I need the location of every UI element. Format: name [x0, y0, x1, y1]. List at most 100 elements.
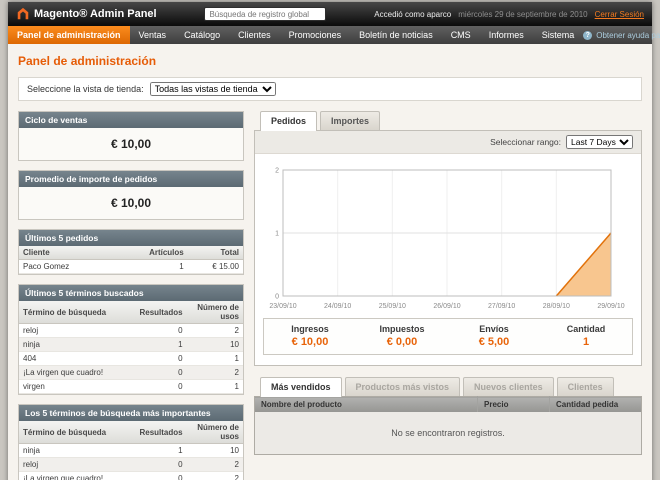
- diagram-tabs: PedidosImportes: [254, 111, 642, 130]
- table-row: Paco Gomez1€ 15.00: [19, 260, 243, 274]
- total-value: € 0,00: [356, 336, 448, 348]
- empty-row: No se encontraron registros.: [255, 412, 642, 455]
- total-label: Impuestos: [356, 324, 448, 334]
- total-value: 1: [540, 336, 632, 348]
- column-header-n-mero-de-usos: Número de usos: [187, 301, 243, 324]
- global-search-input[interactable]: [204, 7, 326, 21]
- magento-logo-icon: [16, 7, 30, 21]
- column-header-precio: Precio: [478, 397, 550, 413]
- column-header-total: Total: [188, 246, 243, 260]
- main-nav-list: Panel de administraciónVentasCatálogoCli…: [8, 26, 583, 44]
- column-header-n-mero-de-usos: Número de usos: [187, 421, 243, 444]
- tab-m-s-vendidos[interactable]: Más vendidos: [260, 377, 342, 397]
- dashboard-right-column: PedidosImportes Seleccionar rango: Last …: [254, 111, 642, 455]
- sales-cycle-value: € 10,00: [19, 128, 243, 160]
- orders-chart: 01223/09/1024/09/1025/09/1026/09/1027/09…: [263, 160, 633, 312]
- total-value: € 5,00: [448, 336, 540, 348]
- grid-tabs: Más vendidosProductos más vistosNuevos c…: [254, 377, 642, 396]
- card-title: Últimos 5 términos buscados: [19, 285, 243, 301]
- nav-item-bolet-n-de-noticias[interactable]: Boletín de noticias: [350, 26, 442, 44]
- dashboard-left-column: Ciclo de ventas € 10,00 Promedio de impo…: [18, 111, 244, 480]
- header-date: miércoles 29 de septiembre de 2010: [458, 10, 587, 19]
- table-row: 40401: [19, 352, 243, 366]
- table-row: ninja110: [19, 338, 243, 352]
- empty-message: No se encontraron registros.: [255, 412, 642, 455]
- tab-importes[interactable]: Importes: [320, 111, 380, 130]
- tab-productos-m-s-vistos[interactable]: Productos más vistos: [345, 377, 461, 396]
- admin-page: Magento® Admin Panel Accedió como aparco…: [8, 2, 652, 480]
- tab-pedidos[interactable]: Pedidos: [260, 111, 317, 131]
- card-title: Últimos 5 pedidos: [19, 230, 243, 246]
- top-search-terms-card: Los 5 términos de búsqueda más important…: [18, 404, 244, 480]
- table-row: reloj02: [19, 324, 243, 338]
- content-area: Panel de administración Seleccione la vi…: [8, 44, 652, 480]
- column-header-nombre-del-producto: Nombre del producto: [255, 397, 478, 413]
- column-header-resultados: Resultados: [135, 421, 186, 444]
- tab-nuevos-clientes[interactable]: Nuevos clientes: [463, 377, 554, 396]
- total-cantidad: Cantidad 1: [540, 319, 632, 354]
- card-title: Ciclo de ventas: [19, 112, 243, 128]
- store-switcher-label: Seleccione la vista de tienda:: [27, 84, 144, 94]
- range-label: Seleccionar rango:: [490, 137, 561, 147]
- header-user-info: Accedió como aparco miércoles 29 de sept…: [374, 10, 644, 19]
- average-order-value: € 10,00: [19, 187, 243, 219]
- nav-item-sistema[interactable]: Sistema: [533, 26, 584, 44]
- range-bar: Seleccionar rango: Last 7 Days: [255, 131, 641, 154]
- svg-text:25/09/10: 25/09/10: [379, 303, 406, 310]
- store-switcher: Seleccione la vista de tienda: Todas las…: [18, 77, 642, 101]
- last-orders-card: Últimos 5 pedidos ClienteArtículosTotalP…: [18, 229, 244, 275]
- totals-bar: Ingresos€ 10,00Impuestos € 0,00Envíos € 5,…: [263, 318, 633, 355]
- magento-logo[interactable]: Magento® Admin Panel: [16, 7, 157, 21]
- dashboard: Ciclo de ventas € 10,00 Promedio de impo…: [18, 111, 642, 480]
- svg-text:26/09/10: 26/09/10: [433, 303, 460, 310]
- logout-link[interactable]: Cerrar Sesión: [595, 10, 644, 19]
- diagram-panel: Seleccionar rango: Last 7 Days 01223/09/…: [254, 130, 642, 366]
- last-search-terms-table: Término de búsquedaResultadosNúmero de u…: [19, 301, 243, 394]
- sales-cycle-card: Ciclo de ventas € 10,00: [18, 111, 244, 161]
- tab-clientes[interactable]: Clientes: [557, 377, 614, 396]
- column-header-cliente: Cliente: [19, 246, 120, 260]
- app-title: Magento® Admin Panel: [34, 8, 157, 20]
- nav-item-clientes[interactable]: Clientes: [229, 26, 280, 44]
- nav-item-ventas[interactable]: Ventas: [130, 26, 176, 44]
- top-search-terms-table: Término de búsquedaResultadosNúmero de u…: [19, 421, 243, 480]
- column-header-t-rmino-de-b-squeda: Término de búsqueda: [19, 421, 135, 444]
- total-env-os: Envíos € 5,00: [448, 319, 540, 354]
- svg-text:23/09/10: 23/09/10: [269, 303, 296, 310]
- total-ingresos: Ingresos€ 10,00: [264, 319, 356, 354]
- last-search-terms-card: Últimos 5 términos buscados Término de b…: [18, 284, 244, 395]
- table-row: ¡La virgen que cuadro!02: [19, 366, 243, 380]
- total-impuestos: Impuestos € 0,00: [356, 319, 448, 354]
- table-row: reloj02: [19, 458, 243, 472]
- nav-item-informes[interactable]: Informes: [480, 26, 533, 44]
- total-label: Ingresos: [264, 324, 356, 334]
- svg-text:24/09/10: 24/09/10: [324, 303, 351, 310]
- nav-item-cms[interactable]: CMS: [442, 26, 480, 44]
- help-link[interactable]: ? Obtener ayuda para esta página: [583, 26, 660, 44]
- help-label: Obtener ayuda para esta página: [596, 31, 660, 40]
- top-header: Magento® Admin Panel Accedió como aparco…: [8, 2, 652, 26]
- store-view-select[interactable]: Todas las vistas de tienda: [150, 82, 276, 96]
- help-icon: ?: [583, 31, 592, 40]
- main-nav: Panel de administraciónVentasCatálogoCli…: [8, 26, 652, 44]
- total-label: Envíos: [448, 324, 540, 334]
- nav-item-panel-de-administraci-n[interactable]: Panel de administración: [8, 26, 130, 44]
- svg-text:29/09/10: 29/09/10: [597, 303, 624, 310]
- table-row: ¡La virgen que cuadro!02: [19, 472, 243, 480]
- svg-text:1: 1: [275, 231, 279, 238]
- last-orders-table: ClienteArtículosTotalPaco Gomez1€ 15.00: [19, 246, 243, 274]
- svg-text:0: 0: [275, 294, 279, 301]
- card-title: Promedio de importe de pedidos: [19, 171, 243, 187]
- column-header-cantidad-pedida: Cantidad pedida: [550, 397, 642, 413]
- column-header-art-culos: Artículos: [120, 246, 188, 260]
- column-header-t-rmino-de-b-squeda: Término de búsqueda: [19, 301, 135, 324]
- total-label: Cantidad: [540, 324, 632, 334]
- range-select[interactable]: Last 7 Days: [566, 135, 633, 149]
- card-title: Los 5 términos de búsqueda más important…: [19, 405, 243, 421]
- global-search: [165, 7, 367, 21]
- average-order-card: Promedio de importe de pedidos € 10,00: [18, 170, 244, 220]
- nav-item-cat-logo[interactable]: Catálogo: [175, 26, 229, 44]
- nav-item-promociones[interactable]: Promociones: [280, 26, 351, 44]
- svg-text:27/09/10: 27/09/10: [488, 303, 515, 310]
- table-row: virgen01: [19, 380, 243, 394]
